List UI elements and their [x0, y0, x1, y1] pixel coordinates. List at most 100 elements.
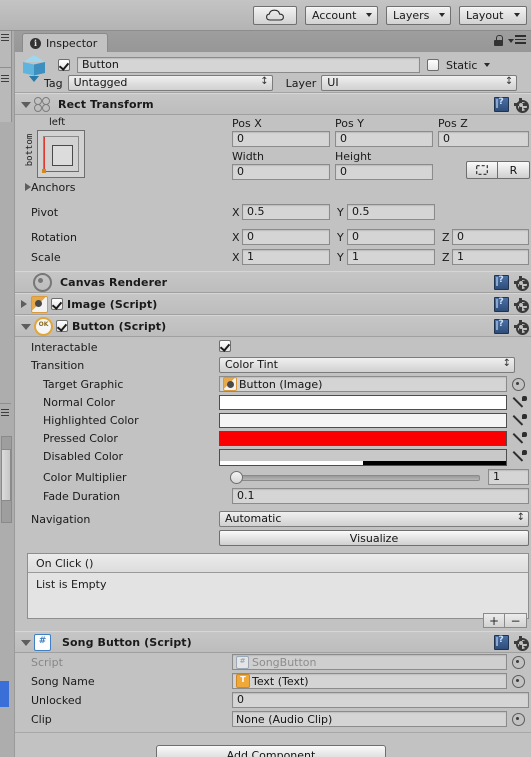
pivot-x-input[interactable]: 0.5	[242, 204, 330, 220]
panel-options-menu-icon[interactable]	[508, 35, 526, 46]
pos-x-input[interactable]: 0	[232, 131, 330, 147]
scale-z-input[interactable]: 1	[452, 249, 529, 265]
anchor-preset-button[interactable]	[37, 130, 85, 178]
navigation-label: Navigation	[31, 513, 91, 526]
transition-dropdown[interactable]: Color Tint	[219, 357, 515, 373]
static-checkbox[interactable]	[427, 59, 439, 71]
rotation-label: Rotation	[31, 231, 78, 244]
tab-inspector-label: Inspector	[46, 37, 98, 50]
pressed-color-swatch[interactable]	[219, 431, 507, 446]
visualize-button[interactable]: Visualize	[219, 530, 529, 546]
help-icon[interactable]	[494, 275, 509, 290]
script-row: Script # SongButton	[15, 653, 531, 672]
help-icon[interactable]	[494, 319, 509, 334]
color-multiplier-input[interactable]: 1	[488, 469, 529, 485]
rotation-y-input[interactable]: 0	[347, 229, 435, 245]
raw-edit-mode-button[interactable]: R	[498, 161, 530, 179]
cloud-services-button[interactable]	[253, 5, 297, 25]
add-component-button[interactable]: Add Component	[156, 745, 386, 757]
component-header-button[interactable]: OK Button (Script)	[15, 315, 531, 337]
width-label: Width	[232, 150, 264, 163]
anchors-label[interactable]: Anchors	[31, 181, 76, 194]
rotation-z-input[interactable]: 0	[452, 229, 529, 245]
image-component-icon	[31, 295, 48, 313]
layers-button[interactable]: Layers	[386, 5, 451, 25]
clip-value: None (Audio Clip)	[236, 712, 333, 726]
gear-icon[interactable]	[514, 298, 529, 313]
button-enabled-checkbox[interactable]	[56, 320, 68, 332]
layout-button[interactable]: Layout	[459, 5, 527, 25]
slider-knob[interactable]	[230, 471, 243, 484]
gear-icon[interactable]	[514, 320, 529, 335]
foldout-arrow-open-icon[interactable]	[21, 324, 31, 330]
help-icon[interactable]	[494, 97, 509, 112]
gameobject-name-input[interactable]: Button	[77, 57, 420, 73]
normal-color-swatch[interactable]	[219, 395, 507, 410]
blueprint-mode-button[interactable]	[466, 161, 498, 179]
tab-inspector[interactable]: i Inspector	[22, 33, 109, 53]
height-input[interactable]: 0	[335, 164, 433, 180]
highlighted-color-label: Highlighted Color	[43, 414, 139, 427]
panel-menu-icon[interactable]	[1, 75, 9, 82]
panel-menu-icon[interactable]	[1, 409, 9, 416]
eyedropper-icon[interactable]	[512, 450, 527, 464]
navigation-dropdown[interactable]: Automatic	[219, 511, 529, 527]
song-name-picker-icon[interactable]	[512, 675, 525, 688]
clip-picker-icon[interactable]	[512, 713, 525, 726]
image-enabled-checkbox[interactable]	[51, 298, 63, 310]
eyedropper-icon[interactable]	[512, 432, 527, 446]
component-actions	[494, 635, 529, 651]
chevron-down-icon	[514, 13, 520, 17]
script-value: SongButton	[252, 655, 317, 669]
layer-dropdown[interactable]: UI	[321, 75, 518, 91]
pos-x-label: Pos X	[232, 117, 262, 130]
color-multiplier-slider[interactable]	[230, 471, 480, 484]
lock-icon[interactable]	[494, 35, 503, 46]
fade-duration-input[interactable]: 0.1	[232, 488, 529, 504]
help-icon[interactable]	[494, 297, 509, 312]
foldout-arrow-open-icon[interactable]	[21, 102, 31, 108]
component-actions	[494, 275, 529, 291]
interactable-checkbox[interactable]	[219, 340, 231, 352]
add-event-button[interactable]: +	[483, 613, 505, 628]
layer-label: Layer	[285, 76, 317, 90]
unlocked-input[interactable]: 0	[232, 692, 529, 708]
tag-dropdown[interactable]: Untagged	[67, 75, 273, 91]
rotation-x-input[interactable]: 0	[242, 229, 330, 245]
eyedropper-icon[interactable]	[512, 414, 527, 428]
csharp-asset-icon: #	[236, 655, 249, 669]
pos-y-input[interactable]: 0	[335, 131, 433, 147]
foldout-arrow-icon[interactable]	[21, 300, 27, 308]
panel-menu-icon[interactable]	[1, 34, 9, 41]
eyedropper-icon[interactable]	[512, 396, 527, 410]
target-graphic-objectfield[interactable]: Button (Image)	[219, 376, 507, 392]
layout-button-label: Layout	[466, 8, 504, 22]
width-input[interactable]: 0	[232, 164, 330, 180]
gameobject-enabled-checkbox[interactable]	[58, 59, 70, 71]
component-header-canvas-renderer[interactable]: Canvas Renderer	[15, 271, 531, 293]
adjacent-panel-scrollbar-thumb[interactable]	[1, 449, 11, 501]
disabled-color-swatch[interactable]	[219, 449, 507, 466]
target-graphic-picker-icon[interactable]	[512, 378, 525, 391]
component-header-image[interactable]: Image (Script)	[15, 293, 531, 315]
pivot-y-input[interactable]: 0.5	[347, 204, 435, 220]
static-dropdown-icon[interactable]	[484, 63, 491, 67]
highlighted-color-swatch[interactable]	[219, 413, 507, 428]
remove-event-button[interactable]: −	[505, 613, 527, 628]
foldout-arrow-open-icon[interactable]	[21, 640, 31, 646]
component-header-rect-transform[interactable]: Rect Transform	[15, 93, 531, 115]
clip-objectfield[interactable]: None (Audio Clip)	[232, 711, 507, 727]
song-name-value: Text (Text)	[252, 674, 309, 688]
account-button[interactable]: Account	[305, 5, 378, 25]
help-icon[interactable]	[494, 635, 509, 650]
gear-icon[interactable]	[514, 636, 529, 651]
song-name-objectfield[interactable]: T Text (Text)	[232, 673, 507, 689]
gear-icon[interactable]	[514, 98, 529, 113]
gear-icon[interactable]	[514, 276, 529, 291]
component-header-song-button[interactable]: # Song Button (Script)	[15, 631, 531, 653]
top-toolbar: Account Layers Layout	[0, 0, 531, 31]
pos-z-input[interactable]: 0	[438, 131, 529, 147]
scale-y-input[interactable]: 1	[347, 249, 435, 265]
component-title-song-button: Song Button (Script)	[62, 635, 192, 649]
scale-x-input[interactable]: 1	[242, 249, 330, 265]
